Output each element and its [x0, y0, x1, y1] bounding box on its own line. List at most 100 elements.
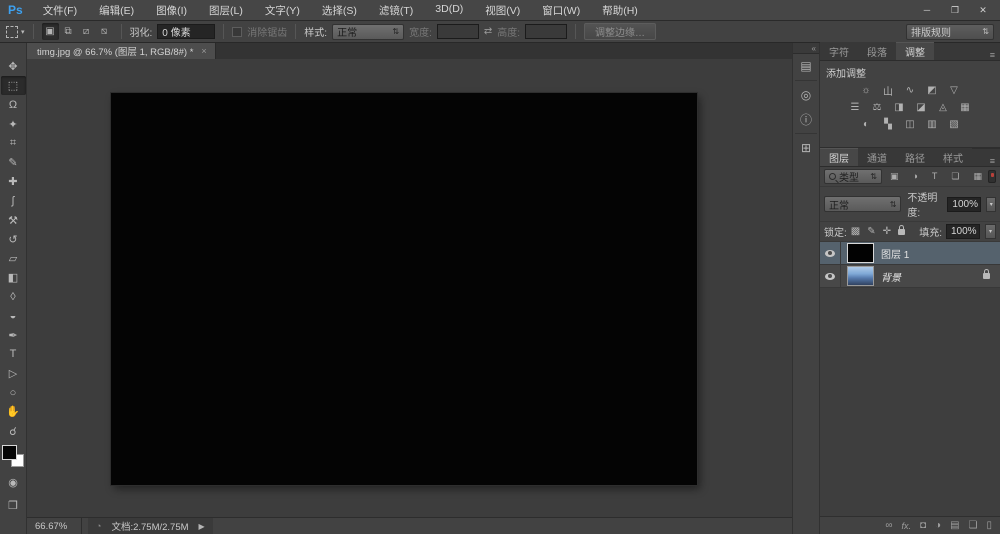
delete-layer-icon[interactable]: ▯	[986, 520, 992, 531]
style-dropdown[interactable]: 正常 ⇅	[332, 24, 404, 40]
fill-input[interactable]: 100%	[946, 224, 980, 239]
black-white-icon[interactable]: ◨	[891, 100, 908, 115]
filter-type-layers-icon[interactable]: T	[932, 171, 938, 182]
feather-input[interactable]: 0 像素	[157, 24, 215, 39]
blend-mode-dropdown[interactable]: 正常 ⇅	[824, 196, 901, 212]
layer-name[interactable]: 图层 1	[881, 246, 909, 261]
subtract-from-selection-icon[interactable]: ⧄	[78, 23, 95, 40]
new-adjustment-layer-icon[interactable]: ◑	[935, 520, 941, 531]
tab-layers[interactable]: 图层	[820, 148, 858, 166]
restore-button[interactable]: ❐	[942, 3, 968, 18]
panel-menu-icon[interactable]: ≡	[990, 50, 1000, 60]
menu-item[interactable]: 3D(D)	[424, 3, 474, 18]
link-layers-icon[interactable]: ∞	[885, 520, 892, 531]
new-selection-icon[interactable]: ▣	[42, 23, 59, 40]
move-tool[interactable]: ✥	[1, 57, 26, 76]
tool-preset-picker[interactable]: ▾	[6, 26, 25, 38]
tab-adjustments[interactable]: 调整	[896, 42, 934, 60]
layer-thumbnail[interactable]	[847, 266, 874, 286]
layer-filter-toggle[interactable]	[988, 170, 996, 183]
lock-position-icon[interactable]: ✛	[883, 226, 891, 237]
tab-close-icon[interactable]: ×	[201, 46, 206, 56]
lasso-tool[interactable]: Ω	[1, 95, 26, 114]
gradient-map-icon[interactable]: ▥	[924, 117, 941, 132]
lock-image-pixels-icon[interactable]: ✎	[867, 226, 875, 237]
info-panel-icon[interactable]: ⓘ	[793, 107, 819, 131]
add-layer-mask-icon[interactable]: ◘	[920, 520, 926, 531]
tab-channels[interactable]: 通道	[858, 148, 896, 166]
quick-mask-button[interactable]: ◉	[1, 473, 26, 492]
filter-shape-layers-icon[interactable]: ❏	[951, 171, 959, 182]
close-button[interactable]: ✕	[970, 3, 996, 18]
menu-item[interactable]: 图像(I)	[145, 3, 198, 18]
photo-filter-icon[interactable]: ◪	[913, 100, 930, 115]
levels-icon[interactable]: 山	[880, 83, 897, 98]
history-panel-icon[interactable]: ▤	[793, 54, 819, 78]
curves-icon[interactable]: ∿	[902, 83, 919, 98]
gradient-tool[interactable]: ◧	[1, 268, 26, 287]
ellipse-tool[interactable]: ○	[1, 383, 26, 402]
selective-color-icon[interactable]: ▧	[946, 117, 963, 132]
clone-stamp-tool[interactable]: ⚒	[1, 211, 26, 230]
opacity-input[interactable]: 100%	[947, 197, 981, 212]
hue-saturation-icon[interactable]: ☰	[847, 100, 864, 115]
menu-item[interactable]: 滤镜(T)	[368, 3, 424, 18]
workspace-dropdown[interactable]: 排版规则 ⇅	[906, 24, 994, 40]
eraser-tool[interactable]: ▱	[1, 249, 26, 268]
color-swatches[interactable]	[2, 445, 24, 467]
menu-item[interactable]: 帮助(H)	[591, 3, 649, 18]
tab-character[interactable]: 字符	[820, 42, 858, 60]
healing-brush-tool[interactable]: ✚	[1, 172, 26, 191]
height-input[interactable]	[525, 24, 567, 39]
foreground-color-swatch[interactable]	[2, 445, 17, 460]
layer-row-layer-1[interactable]: 图层 1	[820, 242, 1000, 265]
channel-mixer-icon[interactable]: ◬	[935, 100, 952, 115]
layer-name[interactable]: 背景	[881, 269, 901, 284]
refine-edge-button[interactable]: 调整边缘…	[584, 23, 656, 40]
panel-menu-icon[interactable]: ≡	[990, 156, 1000, 166]
posterize-icon[interactable]: ▚	[880, 117, 897, 132]
color-balance-icon[interactable]: ⚖	[869, 100, 886, 115]
color-lookup-icon[interactable]: ▦	[957, 100, 974, 115]
invert-icon[interactable]: ◐	[858, 117, 875, 132]
minimize-button[interactable]: ─	[914, 3, 940, 18]
tab-paths[interactable]: 路径	[896, 148, 934, 166]
status-options-arrow[interactable]: ▶	[199, 522, 205, 531]
layer-thumbnail[interactable]	[847, 243, 874, 263]
zoom-tool[interactable]: ☌	[1, 422, 26, 441]
layer-filter-dropdown[interactable]: 类型 ⇅	[824, 169, 882, 184]
new-layer-icon[interactable]: ❏	[969, 520, 978, 531]
lock-all-icon[interactable]	[898, 229, 905, 235]
zoom-level-field[interactable]: 66.67%	[35, 521, 75, 532]
history-brush-tool[interactable]: ↺	[1, 230, 26, 249]
quick-selection-tool[interactable]: ✦	[1, 115, 26, 134]
filter-smart-objects-icon[interactable]: ▦	[973, 171, 982, 182]
fill-dropdown-arrow[interactable]: ▾	[985, 224, 996, 239]
menu-item[interactable]: 文件(F)	[32, 3, 88, 18]
exposure-icon[interactable]: ◩	[924, 83, 941, 98]
intersect-selection-icon[interactable]: ⧅	[96, 23, 113, 40]
tab-styles[interactable]: 样式	[934, 148, 972, 166]
clone-source-panel-icon[interactable]: ◎	[793, 83, 819, 107]
eye-icon[interactable]	[825, 273, 835, 280]
menu-item[interactable]: 图层(L)	[198, 3, 254, 18]
layer-row-background[interactable]: 背景	[820, 265, 1000, 288]
new-group-icon[interactable]: ▤	[950, 520, 959, 531]
rectangular-marquee-tool[interactable]: ⬚	[1, 76, 26, 95]
document-tab[interactable]: timg.jpg @ 66.7% (图层 1, RGB/8#) * ×	[27, 43, 216, 59]
menu-item[interactable]: 选择(S)	[311, 3, 368, 18]
add-to-selection-icon[interactable]: ⧉	[60, 23, 77, 40]
canvas-image[interactable]	[111, 93, 697, 485]
threshold-icon[interactable]: ◫	[902, 117, 919, 132]
crop-tool[interactable]: ⌗	[1, 134, 26, 153]
swap-width-height-icon[interactable]: ⇄	[484, 26, 492, 37]
filter-pixel-layers-icon[interactable]: ▣	[890, 171, 899, 182]
pen-tool[interactable]: ✒	[1, 326, 26, 345]
menu-item[interactable]: 视图(V)	[474, 3, 531, 18]
brush-tool[interactable]: ʃ	[1, 191, 26, 210]
filter-adjustment-layers-icon[interactable]: ◑	[913, 171, 918, 182]
path-selection-tool[interactable]: ▷	[1, 364, 26, 383]
menu-item[interactable]: 文字(Y)	[254, 3, 311, 18]
type-tool[interactable]: T	[1, 345, 26, 364]
menu-item[interactable]: 窗口(W)	[531, 3, 591, 18]
